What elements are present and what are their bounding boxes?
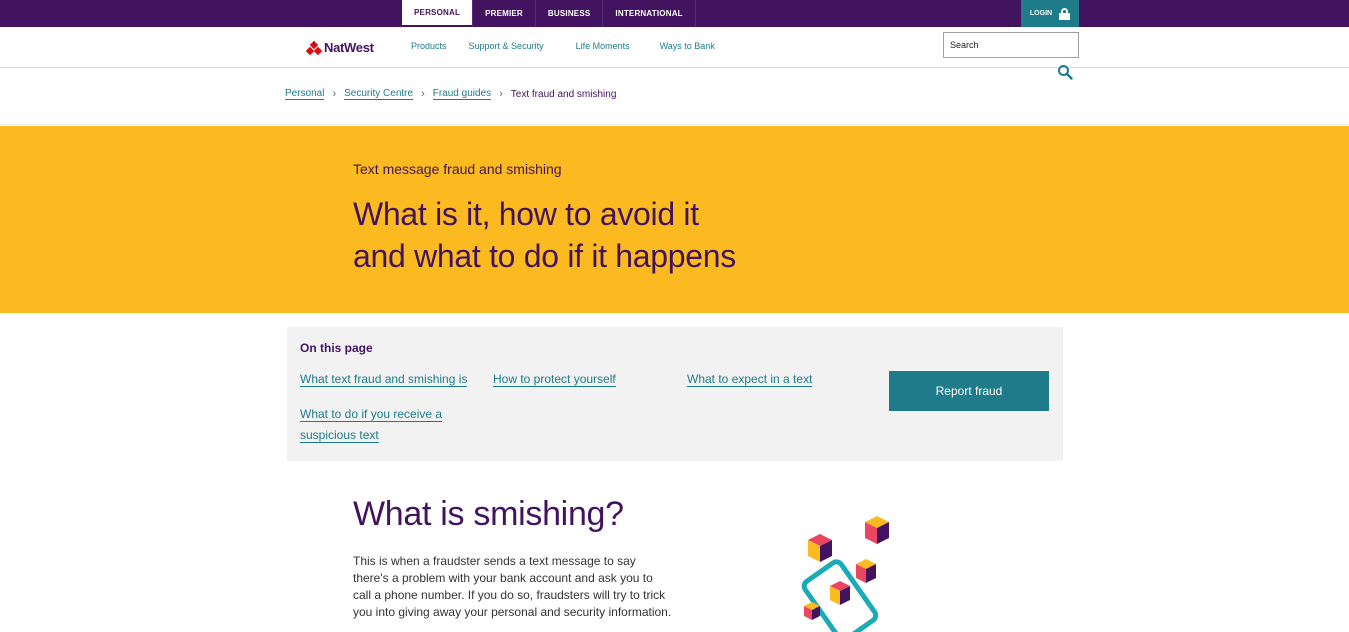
section-title: What is smishing? [353, 495, 624, 533]
lock-icon [1059, 7, 1071, 20]
chevron-right-icon: › [499, 88, 503, 100]
chevron-right-icon: › [421, 88, 425, 100]
on-this-page-panel: On this page What text fraud and smishin… [287, 327, 1063, 461]
login-label: LOGIN [1029, 10, 1053, 17]
on-this-page-title: On this page [300, 341, 373, 355]
nav-life-moments[interactable]: Life Moments [555, 39, 641, 53]
link-how-to-protect[interactable]: How to protect yourself [493, 369, 616, 390]
link-what-text-fraud-is[interactable]: What text fraud and smishing is [300, 369, 468, 390]
nav-products[interactable]: Products [400, 39, 458, 53]
segment-tabs: PERSONAL PREMIER BUSINESS INTERNATIONAL [402, 0, 696, 27]
nav-links: Products Support & Security Life Moments… [400, 39, 726, 53]
nav-support-security[interactable]: Support & Security [458, 39, 555, 53]
top-bar: PERSONAL PREMIER BUSINESS INTERNATIONAL … [0, 0, 1349, 27]
breadcrumb-fraud-guides[interactable]: Fraud guides [432, 88, 492, 100]
search-icon[interactable] [1057, 64, 1073, 80]
breadcrumb-personal[interactable]: Personal [285, 88, 325, 100]
link-how-to-protect-label: How to protect yourself [493, 372, 616, 387]
link-what-to-do-line-1: What to do if you receive a [300, 407, 443, 422]
link-what-to-do[interactable]: What to do if you receive a suspicious t… [300, 404, 443, 446]
breadcrumb-security-centre[interactable]: Security Centre [344, 88, 414, 100]
page-title: What is it, how to avoid it and what to … [353, 193, 873, 277]
tab-international[interactable]: INTERNATIONAL [603, 0, 696, 27]
link-what-text-fraud-is-label: What text fraud and smishing is [300, 372, 468, 387]
hero-kicker: Text message fraud and smishing [353, 161, 562, 177]
link-what-to-expect[interactable]: What to expect in a text [687, 369, 813, 390]
divider [0, 124, 1349, 125]
natwest-cubes-icon [305, 40, 323, 55]
breadcrumb: Personal › Security Centre › Fraud guide… [285, 88, 616, 100]
natwest-logo[interactable]: NatWest [305, 40, 374, 55]
breadcrumb-current: Text fraud and smishing [510, 88, 617, 100]
chevron-right-icon: › [332, 88, 337, 100]
main-nav: NatWest Products Support & Security Life… [0, 27, 1349, 80]
tab-business[interactable]: BUSINESS [536, 0, 604, 27]
page-title-line-2: and what to do if it happens [353, 238, 736, 274]
report-fraud-button[interactable]: Report fraud [889, 371, 1049, 411]
section-body: This is when a fraudster sends a text me… [353, 554, 672, 619]
link-what-to-do-line-2: suspicious text [300, 428, 379, 443]
nav-ways-to-bank[interactable]: Ways to Bank [641, 39, 726, 53]
brand-name: NatWest [324, 40, 374, 55]
phone-cubes-illustration [801, 516, 889, 632]
link-what-to-expect-label: What to expect in a text [687, 372, 813, 387]
login-button[interactable]: LOGIN [1021, 0, 1079, 27]
tab-premier[interactable]: PREMIER [473, 0, 536, 27]
page-title-line-1: What is it, how to avoid it [353, 196, 699, 232]
search-input[interactable] [943, 32, 1079, 58]
hero-banner: Text message fraud and smishing What is … [0, 126, 1349, 313]
tab-personal[interactable]: PERSONAL [402, 0, 474, 27]
